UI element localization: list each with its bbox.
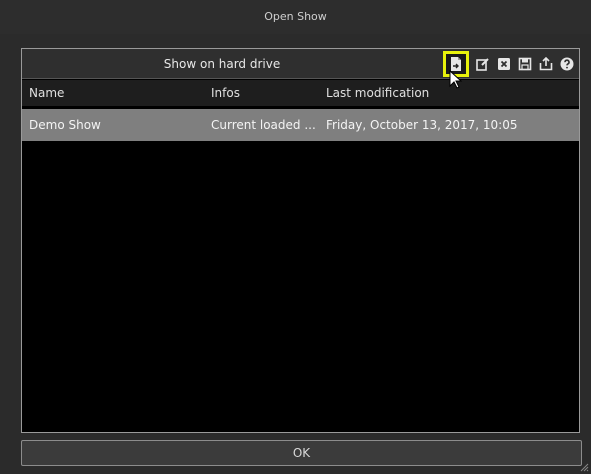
edit-icon [476,58,489,71]
column-header-infos[interactable]: Infos [211,80,321,106]
export-button[interactable] [538,56,554,72]
panel-toolbar [443,51,575,77]
delete-button[interactable] [496,56,512,72]
delete-icon [498,58,510,70]
edit-button[interactable] [475,56,491,72]
panel-title: Show on hard drive [163,57,281,71]
table-header: Name Infos Last modification [22,80,579,106]
column-header-name[interactable]: Name [29,80,204,106]
row-last-modification: Friday, October 13, 2017, 10:05 [326,118,518,132]
export-icon [539,57,553,71]
save-button[interactable] [517,56,533,72]
dialog-title: Open Show [0,0,591,34]
open-show-dialog: Open Show Show on hard drive Name Infos … [0,0,591,474]
help-icon [560,57,574,71]
save-icon [518,57,532,71]
column-header-last-modification[interactable]: Last modification [326,80,576,106]
help-button[interactable] [559,56,575,72]
resize-grip-icon[interactable] [579,462,589,472]
open-file-button[interactable] [443,51,469,77]
ok-button[interactable]: OK [21,440,582,466]
row-infos: Current loaded ... [211,118,316,132]
show-list-panel: Show on hard drive Name Infos Last modif… [21,48,580,433]
panel-header: Show on hard drive [22,49,579,79]
table-row[interactable]: Demo Show Current loaded ... Friday, Oct… [22,109,579,141]
open-file-icon [451,57,461,71]
row-name: Demo Show [29,118,101,132]
